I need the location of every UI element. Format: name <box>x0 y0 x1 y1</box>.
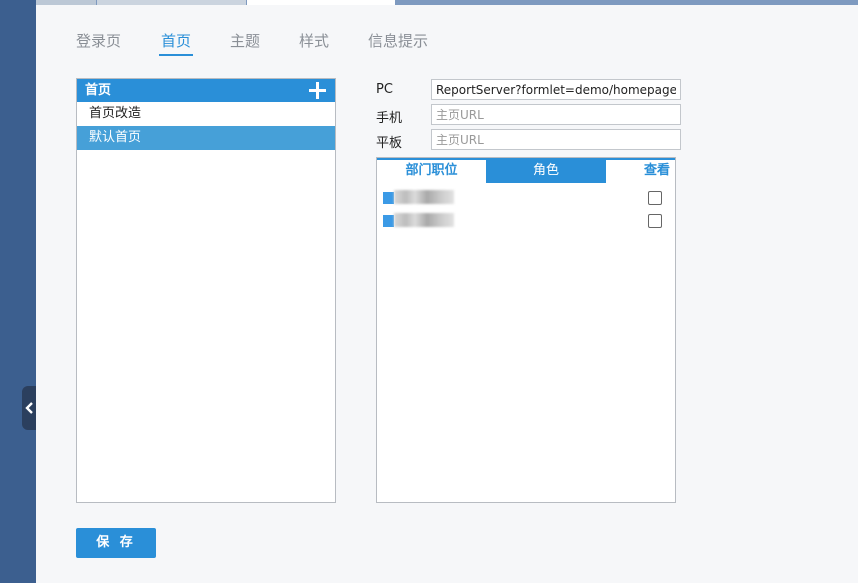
homepage-list-panel: 首页 首页改造 默认首页 <box>76 78 336 503</box>
main-content: 登录页 首页 主题 样式 信息提示 首页 首页改造 默认首页 PC 手机 平板 … <box>36 5 858 583</box>
tablet-label: 平板 <box>376 136 403 151</box>
permission-row <box>377 185 675 208</box>
role-marker <box>383 215 394 227</box>
role-marker <box>383 192 394 204</box>
permission-panel: 部门职位 角色 查看 <box>376 157 676 503</box>
view-column-header: 查看 <box>643 163 670 178</box>
list-item-homepage-redesign[interactable]: 首页改造 <box>77 102 335 126</box>
tab-login-page[interactable]: 登录页 <box>76 30 121 51</box>
left-sidebar-rail <box>0 0 36 583</box>
mobile-url-field[interactable] <box>431 104 681 125</box>
view-checkbox[interactable] <box>648 191 662 205</box>
plus-icon[interactable] <box>308 81 327 100</box>
permission-row <box>377 208 675 231</box>
tab-homepage[interactable]: 首页 <box>158 30 194 56</box>
save-button[interactable]: 保 存 <box>76 528 156 558</box>
homepage-list-title: 首页 <box>85 83 112 98</box>
tab-info-prompt[interactable]: 信息提示 <box>368 30 428 51</box>
homepage-list-header: 首页 <box>77 79 335 102</box>
chevron-left-icon <box>25 402 33 414</box>
mobile-label: 手机 <box>376 111 403 126</box>
tab-style[interactable]: 样式 <box>299 30 329 51</box>
pc-label: PC <box>376 82 393 97</box>
view-checkbox[interactable] <box>648 214 662 228</box>
permission-tabs: 部门职位 角色 查看 <box>377 158 675 185</box>
collapse-sidebar-button[interactable] <box>22 386 36 430</box>
tab-theme[interactable]: 主题 <box>230 30 260 51</box>
pc-url-field[interactable] <box>431 79 681 100</box>
list-item-default-homepage[interactable]: 默认首页 <box>77 126 335 150</box>
tablet-url-field[interactable] <box>431 129 681 150</box>
redacted-role-name <box>394 213 454 227</box>
tab-department-position[interactable]: 部门职位 <box>377 160 486 183</box>
tab-role[interactable]: 角色 <box>486 160 606 183</box>
redacted-role-name <box>394 190 454 204</box>
